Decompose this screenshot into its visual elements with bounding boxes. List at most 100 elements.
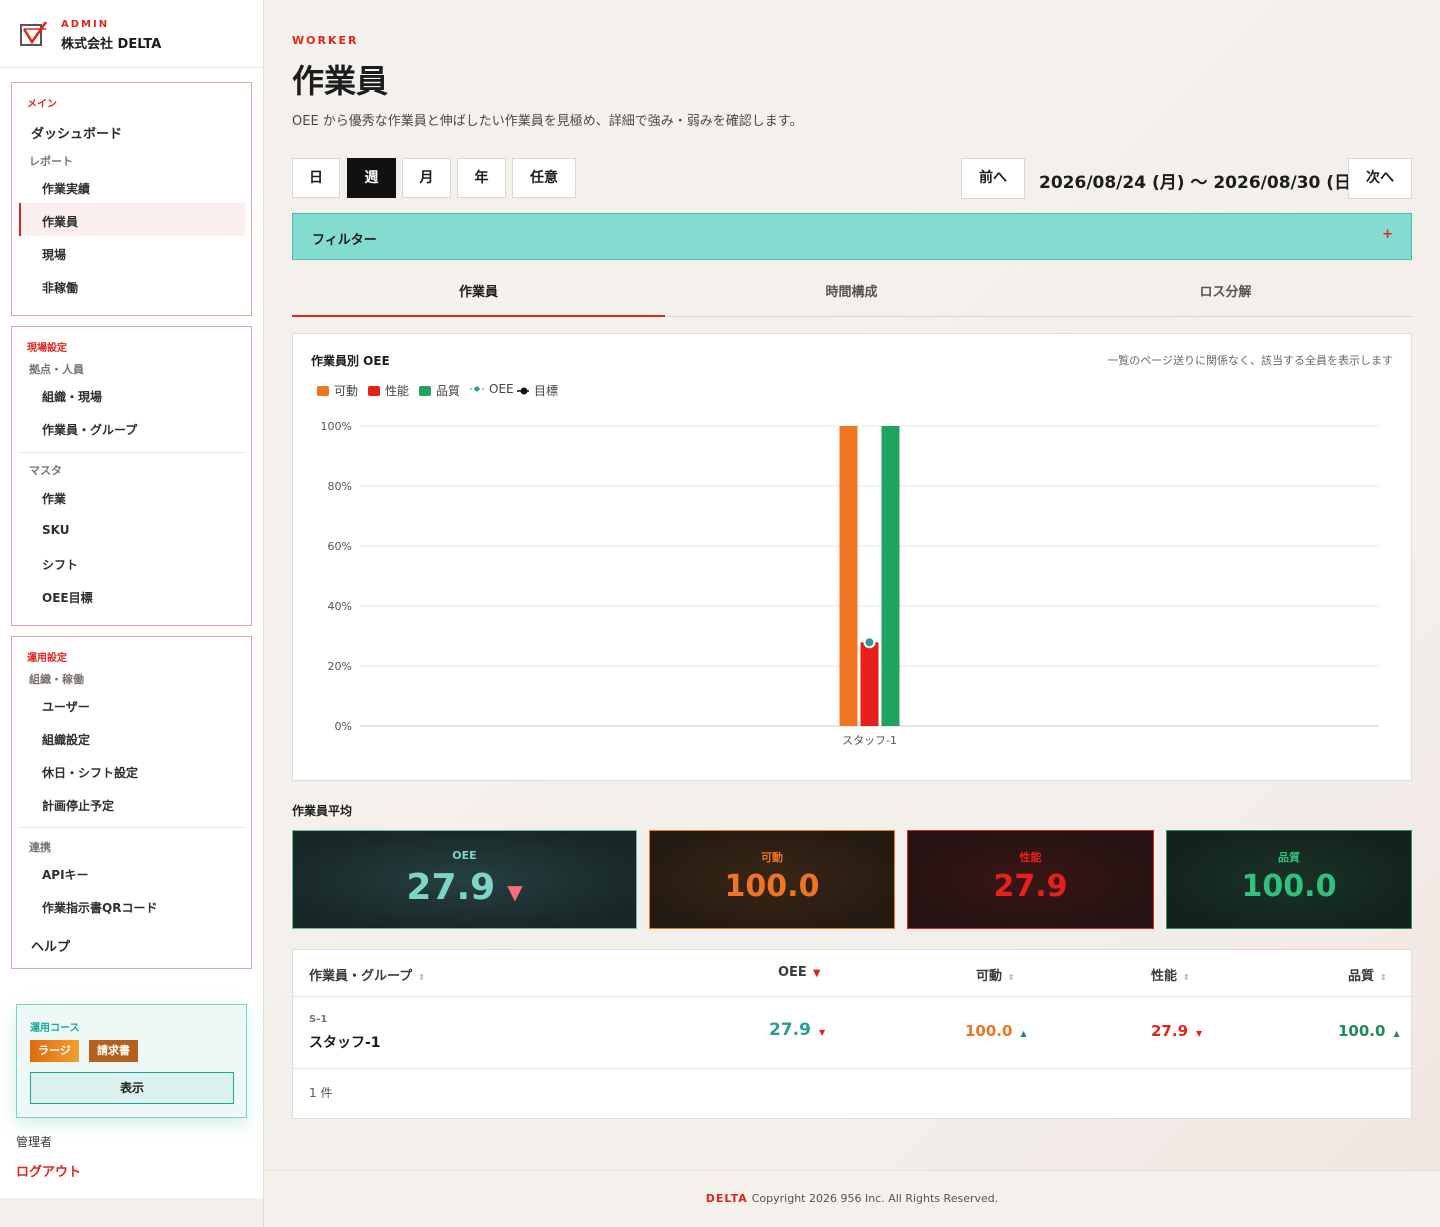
kpi-value: 100.0	[724, 869, 820, 904]
nav-help[interactable]: ヘルプ	[31, 936, 70, 955]
nav-section-title: 現場設定	[27, 343, 67, 354]
logout-link[interactable]: ログアウト	[16, 1161, 81, 1180]
period-custom-button[interactable]: 任意	[512, 158, 576, 198]
kpi-availability-card: 可動 100.0	[649, 830, 895, 929]
next-period-button[interactable]: 次へ	[1348, 158, 1412, 199]
kpi-label: 性能	[1019, 851, 1042, 864]
th-label: 性能	[1151, 969, 1178, 984]
y-tick-label: 20%	[328, 660, 352, 673]
nav-workers[interactable]: 作業員	[42, 213, 78, 230]
filter-toggle[interactable]: フィルター +	[292, 213, 1412, 260]
nav-planned-stops[interactable]: 計画停止予定	[42, 797, 114, 814]
nav-group-base: 拠点・人員	[29, 363, 84, 376]
nav-main-section: メイン ダッシュボード レポート 作業実績 作業員 現場 非稼働	[11, 82, 252, 316]
worker-name[interactable]: スタッフ-1	[309, 1032, 381, 1052]
trend-down-icon: ▼	[818, 1028, 826, 1037]
period-month-button[interactable]: 月	[402, 158, 451, 198]
kpi-performance-card: 性能 27.9	[907, 830, 1154, 929]
sort-icon: ⇕	[1380, 973, 1387, 982]
y-tick-label: 80%	[328, 480, 352, 493]
plan-badge-invoice: 請求書	[89, 1040, 138, 1062]
period-day-button[interactable]: 日	[292, 158, 340, 198]
row-oee-value: 27.9	[769, 1020, 811, 1040]
plus-icon: +	[1382, 227, 1393, 242]
row-quality: 100.0 ▲	[1338, 1022, 1400, 1040]
oee-bar-chart: 0% 20% 40% 60% 80% 100% スタッフ-1	[321, 420, 1379, 747]
worker-code: S-1	[309, 1014, 328, 1025]
filter-label: フィルター	[312, 233, 377, 248]
period-year-button[interactable]: 年	[457, 158, 506, 198]
nav-sku[interactable]: SKU	[42, 523, 69, 537]
y-tick-label: 100%	[321, 420, 352, 433]
kpi-label: 可動	[761, 851, 783, 864]
page-title: 作業員	[292, 62, 389, 100]
oee-chart-card: 作業員別 OEE 一覧のページ送りに関係なく、該当する全員を表示します 可動 性…	[292, 333, 1412, 781]
view-tabs: 作業員 時間構成 ロス分解	[292, 272, 1412, 317]
sort-icon: ⇕	[1183, 973, 1190, 982]
kpi-value: 100.0	[1241, 869, 1337, 904]
company-name: 株式会社 DELTA	[61, 37, 162, 52]
nav-shifts[interactable]: シフト	[42, 556, 78, 573]
nav-group-master: マスタ	[29, 464, 62, 477]
plan-card: 運用コース ラージ 請求書 表示	[16, 1004, 247, 1118]
worker-table: 作業員・グループ ⇕ OEE ▼ 可動 ⇕ 性能 ⇕ 品質 ⇕ S-1 スタッフ-1 27…	[292, 949, 1412, 1119]
nav-api-keys[interactable]: APIキー	[42, 866, 89, 883]
tab-loss-breakdown[interactable]: ロス分解	[1039, 272, 1412, 317]
nav-org-sites[interactable]: 組織・現場	[42, 388, 102, 405]
sidebar: ADMIN 株式会社 DELTA メイン ダッシュボード レポート 作業実績 作…	[0, 0, 264, 1227]
period-week-button[interactable]: 週	[347, 158, 396, 198]
th-availability[interactable]: 可動 ⇕	[976, 965, 1015, 984]
tab-workers[interactable]: 作業員	[292, 272, 665, 317]
trend-up-icon: ▲	[1393, 1029, 1400, 1038]
th-label: 作業員・グループ	[309, 969, 413, 984]
trend-down-icon: ▼	[507, 880, 523, 904]
plan-show-button[interactable]: 表示	[30, 1072, 234, 1104]
th-performance[interactable]: 性能 ⇕	[1151, 965, 1190, 984]
sort-desc-icon: ▼	[812, 968, 821, 979]
nav-sites[interactable]: 現場	[42, 246, 66, 263]
th-quality[interactable]: 品質 ⇕	[1348, 965, 1387, 984]
nav-work-results[interactable]: 作業実績	[42, 180, 90, 197]
nav-ops-settings-section: 運用設定 組織・稼働 ユーザー 組織設定 休日・シフト設定 計画停止予定 連携 …	[11, 636, 252, 969]
nav-tasks[interactable]: 作業	[42, 490, 66, 507]
prev-period-button[interactable]: 前へ	[961, 158, 1025, 199]
bar-品質	[881, 426, 900, 726]
user-role: 管理者	[16, 1135, 53, 1149]
th-worker-group[interactable]: 作業員・グループ ⇕	[309, 965, 425, 984]
page-eyebrow: WORKER	[292, 34, 359, 47]
row-quality-value: 100.0	[1338, 1022, 1386, 1040]
kpi-value: 27.9 ▼	[293, 867, 636, 908]
nav-section-title: メイン	[27, 99, 57, 110]
point-OEE	[863, 636, 876, 649]
y-tick-label: 60%	[328, 540, 352, 553]
nav-holiday-shift-settings[interactable]: 休日・シフト設定	[42, 764, 138, 781]
kpi-label: 品質	[1278, 851, 1300, 864]
nav-divider	[19, 452, 245, 453]
y-tick-label: 40%	[328, 600, 352, 613]
th-label: 可動	[976, 969, 1003, 984]
nav-non-operation[interactable]: 非稼働	[42, 279, 78, 296]
averages-title: 作業員平均	[292, 804, 353, 818]
nav-worker-groups[interactable]: 作業員・グループ	[42, 421, 137, 438]
tab-time-composition[interactable]: 時間構成	[665, 272, 1038, 317]
sort-icon: ⇕	[1008, 973, 1015, 982]
th-oee[interactable]: OEE ▼	[778, 965, 821, 980]
nav-oee-targets[interactable]: OEE目標	[42, 589, 93, 606]
nav-org-settings[interactable]: 組織設定	[42, 731, 90, 748]
sort-icon: ⇕	[418, 973, 425, 982]
nav-users[interactable]: ユーザー	[42, 698, 90, 715]
nav-divider	[19, 827, 245, 828]
nav-dashboard[interactable]: ダッシュボード	[31, 123, 122, 142]
brand[interactable]: ADMIN 株式会社 DELTA	[0, 0, 263, 68]
nav-section-title: 運用設定	[27, 653, 67, 664]
kpi-oee-value: 27.9	[406, 867, 496, 908]
admin-label: ADMIN	[61, 19, 110, 30]
row-performance-value: 27.9	[1151, 1022, 1189, 1040]
nav-group-integration: 連携	[29, 841, 51, 854]
y-tick-label: 0%	[335, 720, 352, 733]
table-divider	[293, 1068, 1411, 1069]
nav-qr-codes[interactable]: 作業指示書QRコード	[42, 899, 157, 916]
delta-logo-icon	[20, 21, 48, 46]
row-availability-value: 100.0	[965, 1022, 1013, 1040]
plan-badge-large: ラージ	[30, 1040, 79, 1062]
